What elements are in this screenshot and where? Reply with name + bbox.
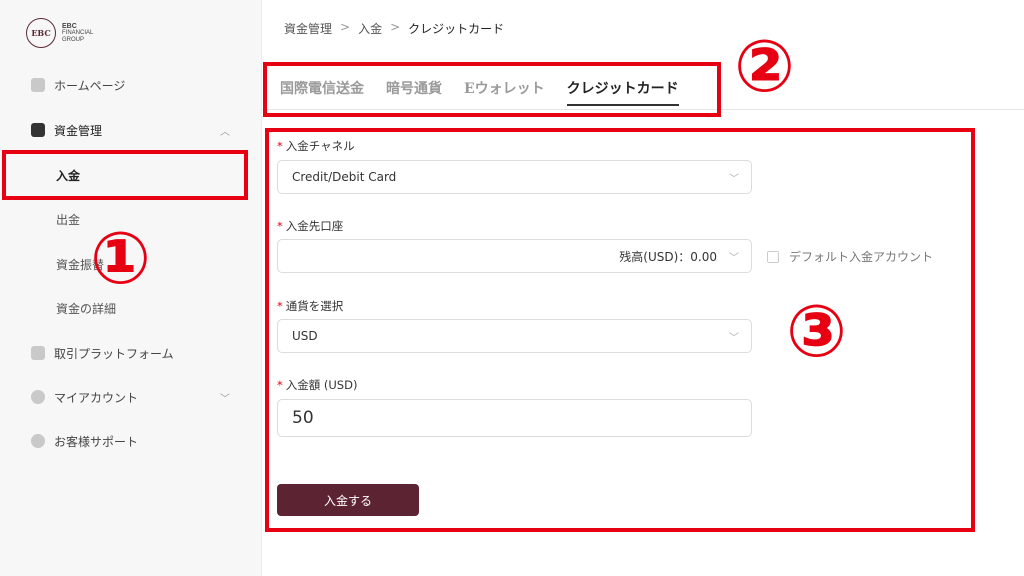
account-label: * 入金先口座 (277, 219, 344, 233)
wallet-icon (31, 123, 45, 137)
sidebar-item-fund-management[interactable]: 資金管理 ︿ (0, 110, 262, 150)
sidebar-item-support[interactable]: お客様サポート (0, 421, 262, 461)
breadcrumb-credit-card: クレジットカード (408, 22, 505, 36)
logo-text: EBC FINANCIAL GROUP (62, 22, 94, 43)
tabs-divider (262, 109, 1024, 110)
tab-credit-card[interactable]: クレジットカード (566, 78, 679, 106)
sidebar-item-deposit[interactable]: 入金 (0, 155, 262, 195)
amount-input[interactable]: 50 (277, 399, 752, 437)
logo[interactable]: EBC EBC FINANCIAL GROUP (26, 18, 93, 48)
tab-e-wallet[interactable]: Eウォレット (464, 78, 545, 106)
user-icon (31, 390, 45, 404)
annotation-number-2: ② (734, 24, 795, 108)
breadcrumb: 資金管理 > 入金 > クレジットカード (284, 20, 504, 37)
annotation-number-1: ① (90, 216, 151, 300)
deposit-method-tabs: 国際電信送金 暗号通貨 Eウォレット クレジットカード (280, 78, 679, 106)
annotation-number-3: ③ (786, 289, 847, 373)
logo-mark: EBC (26, 18, 56, 48)
breadcrumb-separator: > (390, 20, 401, 34)
channel-select[interactable]: Credit/Debit Card ﹀ (277, 160, 752, 194)
channel-label: * 入金チャネル (277, 139, 355, 153)
help-icon (31, 434, 45, 448)
sidebar-item-trading-platform[interactable]: 取引プラットフォーム (0, 333, 262, 373)
tab-wire-transfer[interactable]: 国際電信送金 (280, 78, 364, 106)
chevron-down-icon: ﹀ (220, 393, 230, 405)
breadcrumb-deposit[interactable]: 入金 (358, 20, 382, 37)
sidebar-item-home[interactable]: ホームページ (0, 65, 262, 105)
chevron-down-icon: ﹀ (729, 333, 739, 344)
breadcrumb-separator: > (340, 20, 351, 34)
chevron-up-icon: ︿ (220, 126, 230, 138)
chevron-down-icon: ﹀ (729, 253, 739, 264)
home-icon (31, 78, 45, 92)
sidebar-item-my-account[interactable]: マイアカウント ﹀ (0, 377, 262, 417)
currency-label: * 通貨を選択 (277, 299, 344, 313)
currency-select[interactable]: USD ﹀ (277, 319, 752, 353)
breadcrumb-fund-management[interactable]: 資金管理 (284, 20, 332, 37)
chevron-down-icon: ﹀ (729, 174, 739, 185)
tab-crypto[interactable]: 暗号通貨 (386, 78, 442, 106)
cube-icon (31, 346, 45, 360)
amount-label: * 入金額 (USD) (277, 378, 358, 392)
deposit-submit-button[interactable]: 入金する (277, 484, 419, 516)
default-account-checkbox[interactable] (767, 250, 779, 263)
account-select[interactable]: 残高(USD)：0.00 ﹀ (277, 239, 752, 273)
default-account-option[interactable]: デフォルト入金アカウント (767, 248, 933, 265)
